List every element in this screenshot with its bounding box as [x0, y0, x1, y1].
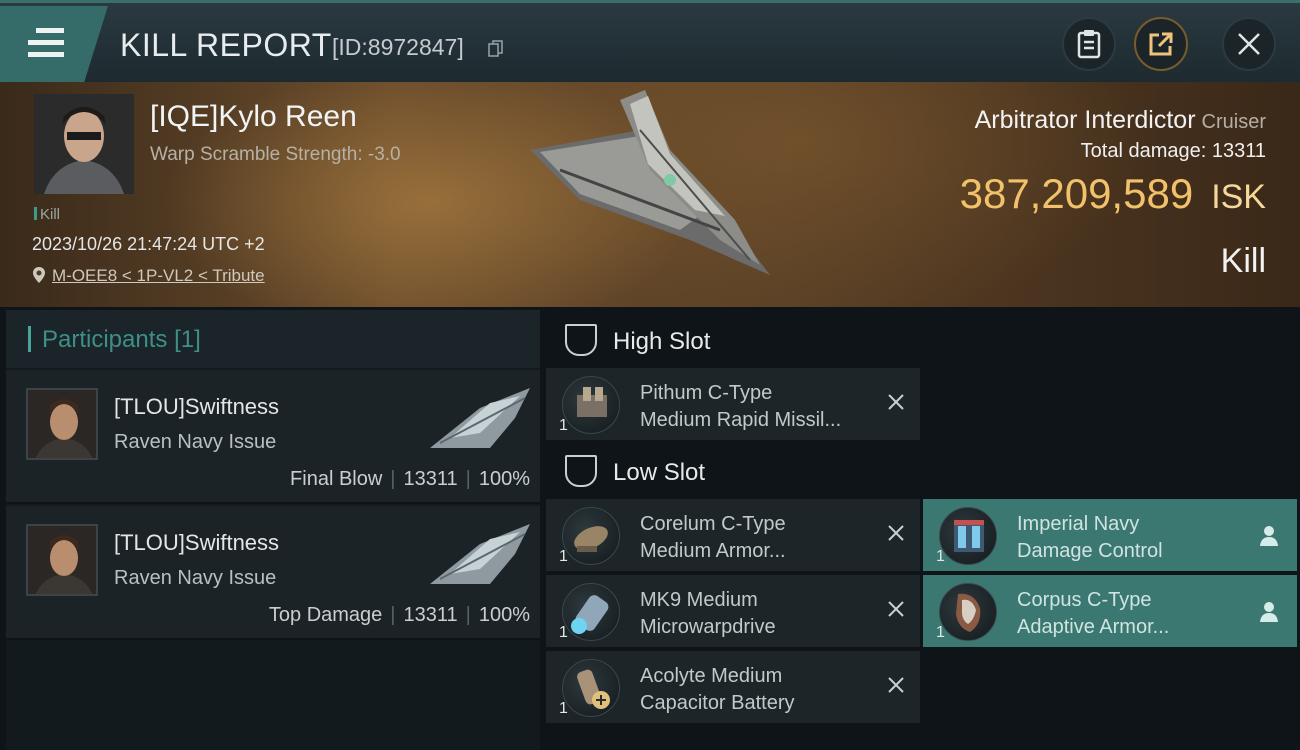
participants-header: Participants [1] [6, 310, 540, 368]
high-slot-header: High Slot [545, 312, 925, 368]
kill-tag-label: Kill [40, 206, 61, 223]
low-slot-header: Low Slot [545, 443, 925, 499]
menu-button[interactable] [0, 6, 108, 82]
remove-icon[interactable] [886, 523, 906, 543]
participant-ship-image [430, 388, 530, 448]
module-qty: 1 [936, 548, 945, 565]
participant-card[interactable]: [TLOU]Swiftness Raven Navy Issue Top Dam… [6, 506, 540, 640]
module-name: Acolyte Medium Capacitor Battery [640, 665, 795, 714]
remove-icon[interactable] [886, 599, 906, 619]
module-item-fitted[interactable]: 1 Corpus C-Type Adaptive Armor... [923, 575, 1297, 647]
module-qty: 1 [559, 624, 568, 641]
participant-damage: 13311 [403, 604, 458, 626]
total-damage-value: 13311 [1211, 140, 1266, 162]
victim-portrait[interactable] [34, 94, 134, 194]
participant-name[interactable]: [TLOU]Swiftness [114, 394, 279, 420]
total-damage: Total damage: 13311 [1081, 140, 1266, 163]
title-bar: KILL REPORT [ID:8972847] [0, 0, 1300, 82]
page-title: KILL REPORT [120, 27, 332, 63]
location-pin-icon [33, 267, 45, 283]
participants-title: Participants [1] [42, 326, 201, 353]
participant-ship-image [430, 524, 530, 584]
module-name: Corelum C-Type Medium Armor... [640, 513, 786, 562]
module-qty: 1 [559, 700, 568, 717]
module-qty: 1 [559, 548, 568, 565]
report-id: [ID:8972847] [332, 34, 464, 60]
clipboard-button[interactable] [1062, 17, 1116, 71]
copy-icon[interactable] [488, 40, 503, 58]
location-link[interactable]: M-OEE8 < 1P-VL2 < Tribute [52, 266, 265, 285]
participant-role: Top Damage [268, 604, 383, 626]
participants-panel: Participants [1] [TLOU]Swiftness Raven N… [6, 310, 540, 750]
participant-stats: Final Blow | 13311 | 100% [290, 468, 530, 490]
participant-portrait[interactable] [26, 524, 98, 596]
isk-value: 387,209,589 ISK [960, 170, 1266, 218]
close-icon [1238, 33, 1260, 55]
slot-icon [565, 455, 597, 487]
victim-stat: Warp Scramble Strength: -3.0 [150, 144, 401, 165]
module-name: Corpus C-Type Adaptive Armor... [1017, 589, 1170, 638]
module-icon [562, 659, 620, 717]
module-item[interactable]: 1 MK9 Medium Microwarpdrive [546, 575, 920, 647]
participant-percent: 100% [478, 604, 530, 626]
module-icon [939, 507, 997, 565]
victim-name[interactable]: [IQE]Kylo Reen [150, 100, 357, 134]
share-icon [1149, 32, 1173, 56]
user-icon[interactable] [1259, 601, 1279, 623]
module-icon [562, 507, 620, 565]
ship-type: Arbitrator Interdictor [974, 106, 1196, 134]
participant-card[interactable]: [TLOU]Swiftness Raven Navy Issue Final B… [6, 370, 540, 504]
module-icon [562, 583, 620, 641]
module-name: MK9 Medium Microwarpdrive [640, 589, 776, 638]
isk-amount: 387,209,589 [959, 170, 1194, 217]
close-button[interactable] [1222, 17, 1276, 71]
module-name: Imperial Navy Damage Control [1017, 513, 1163, 562]
kill-location[interactable]: M-OEE8 < 1P-VL2 < Tribute [32, 266, 265, 286]
high-slot-label: High Slot [613, 328, 711, 355]
kill-result: Kill [1220, 242, 1266, 280]
participants-count: [1] [174, 326, 201, 353]
module-item[interactable]: 1 Acolyte Medium Capacitor Battery [546, 651, 920, 723]
isk-unit: ISK [1211, 178, 1266, 216]
share-button[interactable] [1134, 17, 1188, 71]
module-icon [939, 583, 997, 641]
module-item[interactable]: 1 Corelum C-Type Medium Armor... [546, 499, 920, 571]
ship-class: Cruiser [1201, 111, 1266, 133]
remove-icon[interactable] [886, 675, 906, 695]
clipboard-icon [1077, 30, 1101, 59]
module-name: Pithum C-Type Medium Rapid Missil... [640, 382, 842, 431]
module-qty: 1 [936, 624, 945, 641]
participant-damage: 13311 [403, 468, 458, 490]
participant-percent: 100% [478, 468, 530, 490]
module-item-fitted[interactable]: 1 Imperial Navy Damage Control [923, 499, 1297, 571]
module-qty: 1 [559, 417, 568, 434]
slot-icon [565, 324, 597, 356]
kill-tag: Kill [34, 206, 60, 223]
kill-datetime: 2023/10/26 21:47:24 UTC +2 [32, 234, 265, 254]
remove-icon[interactable] [886, 392, 906, 412]
user-icon[interactable] [1259, 525, 1279, 547]
module-item[interactable]: 1 Pithum C-Type Medium Rapid Missil... [546, 368, 920, 440]
participant-stats: Top Damage | 13311 | 100% [268, 604, 530, 626]
total-damage-label: Total damage: [1080, 140, 1207, 162]
victim-banner: [IQE]Kylo Reen Warp Scramble Strength: -… [0, 82, 1300, 307]
participant-ship: Raven Navy Issue [114, 431, 277, 453]
participant-role: Final Blow [290, 468, 383, 490]
participant-portrait[interactable] [26, 388, 98, 460]
participant-ship: Raven Navy Issue [114, 567, 277, 589]
module-icon [562, 376, 620, 434]
participant-name[interactable]: [TLOU]Swiftness [114, 530, 279, 556]
victim-ship-image[interactable] [520, 90, 780, 290]
victim-ship[interactable]: Arbitrator Interdictor Cruiser [975, 106, 1266, 135]
menu-icon [28, 28, 64, 58]
low-slot-label: Low Slot [613, 459, 706, 486]
